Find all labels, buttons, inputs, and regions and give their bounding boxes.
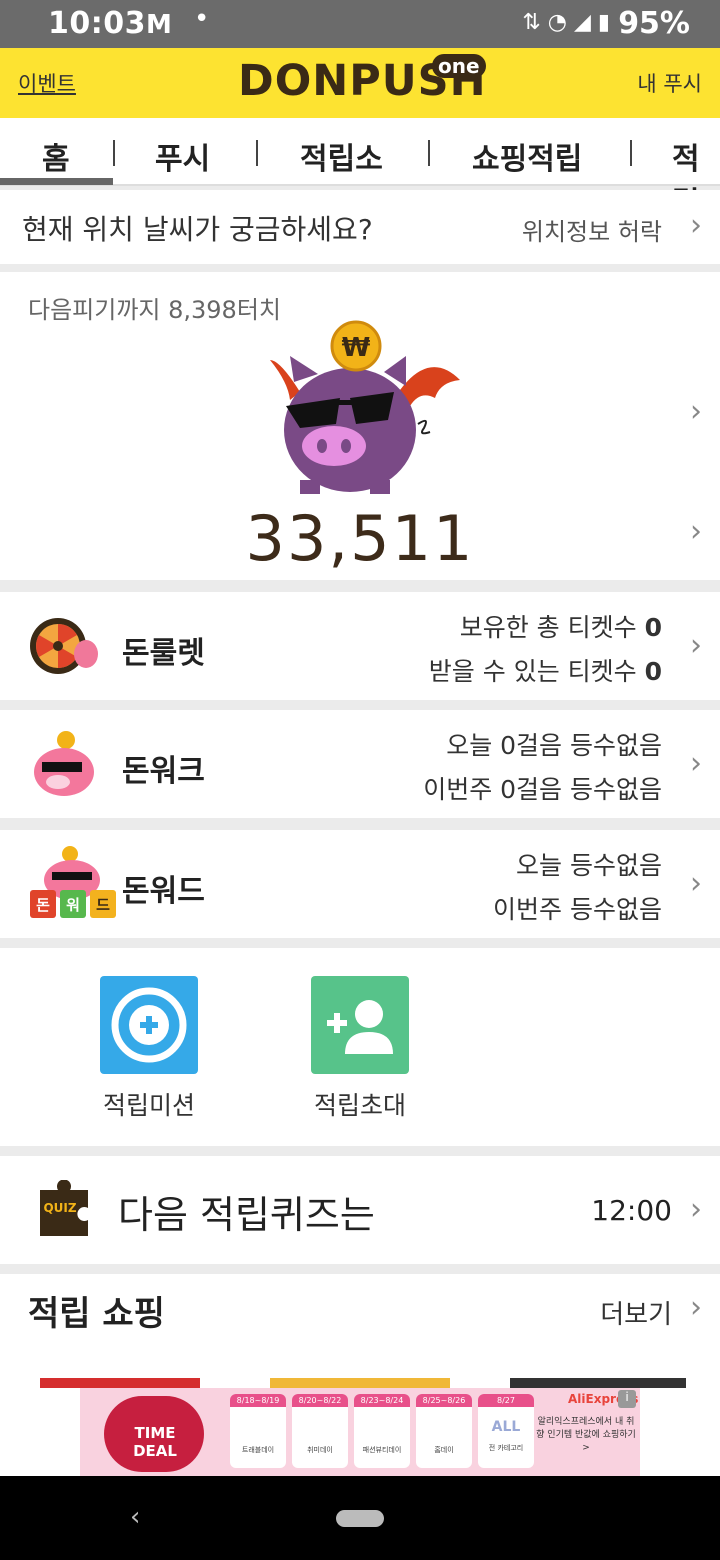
- deal-day-cards: 8/18~8/19 트래블데이 8/20~8/22 취미데이 8/23~8/24…: [230, 1394, 534, 1468]
- roulette-wheel-icon: [30, 618, 98, 674]
- next-piggy-text: 다음피기까지 8,398터치: [28, 296, 281, 324]
- svg-text:돈: 돈: [36, 896, 50, 914]
- walk-week: 이번주 0걸음 등수없음: [423, 775, 662, 804]
- active-tab-indicator: [0, 178, 113, 185]
- roulette-ticket-available: 받을 수 있는 티켓수 0: [428, 657, 662, 686]
- chevron-right-icon: ›: [690, 1290, 702, 1325]
- weather-question: 현재 위치 날씨가 궁금하세요?: [22, 213, 373, 246]
- status-bar: 10:03 M • ⇅ ◔ ◢ ▮ 95%: [0, 0, 720, 48]
- ad-banner[interactable]: TIME DEAL 8/18~8/19 트래블데이 8/20~8/22 취미데이…: [80, 1388, 640, 1476]
- tab-divider: [256, 140, 258, 166]
- earn-quiz-row[interactable]: QUIZ 다음 적립퀴즈는 12:00 ›: [0, 1156, 720, 1264]
- logo-badge: one: [432, 54, 486, 78]
- earn-invite-label: 적립초대: [313, 1091, 406, 1120]
- allow-location-link[interactable]: 위치정보 허락: [522, 212, 662, 247]
- deal-day-card[interactable]: 8/23~8/24 패션뷰티데이: [354, 1394, 410, 1468]
- earn-mission-button[interactable]: [100, 976, 198, 1074]
- partner-logo-auction[interactable]: [40, 1378, 200, 1388]
- word-week: 이번주 등수없음: [493, 895, 662, 924]
- tab-divider: [630, 140, 632, 166]
- svg-text:워: 워: [66, 896, 80, 914]
- ad-text: 알리익스프레스에서 내 취향 인기템 반값에 쇼핑하기 >: [536, 1417, 636, 1453]
- walk-today: 오늘 0걸음 등수없음: [446, 731, 662, 760]
- tab-shopping-earn[interactable]: 쇼핑적립: [472, 134, 582, 178]
- chevron-right-icon: ›: [690, 866, 702, 901]
- piggy-count: 33,511: [245, 502, 475, 575]
- chevron-right-icon: ›: [690, 394, 702, 429]
- tab-home[interactable]: 홈: [42, 134, 70, 178]
- roulette-ticket-total: 보유한 총 티켓수 0: [459, 613, 662, 642]
- location-weather-row[interactable]: 현재 위치 날씨가 궁금하세요? 위치정보 허락 ›: [0, 190, 720, 264]
- target-plus-icon: [111, 987, 187, 1063]
- tab-push[interactable]: 푸시: [155, 134, 210, 178]
- partner-logo-gsshop[interactable]: [510, 1378, 686, 1388]
- chevron-right-icon: ›: [690, 746, 702, 781]
- partner-logo-gmarket[interactable]: [270, 1378, 450, 1388]
- piggy-card[interactable]: 다음피기까지 8,398터치 ₩ › 33,511 ›: [0, 272, 720, 580]
- home-pill-icon[interactable]: [336, 1510, 384, 1527]
- gmail-icon: M: [146, 10, 172, 40]
- deal-day-card[interactable]: 8/27 ALL 전 카테고리: [478, 1394, 534, 1468]
- chevron-right-icon: ›: [690, 628, 702, 663]
- roulette-name: 돈룰렛: [122, 636, 205, 671]
- word-pig-icon: 돈 워 드: [30, 846, 116, 918]
- time-deal-label: TIME DEAL: [133, 1424, 177, 1460]
- app-header: 이벤트 DONPUSH one 내 푸시: [0, 48, 720, 118]
- earn-mission-label: 적립미션: [102, 1091, 195, 1120]
- chevron-right-icon: ›: [690, 1192, 702, 1227]
- svg-text:₩: ₩: [342, 333, 371, 363]
- signal-icons: ⇅ ◔ ◢ ▮: [522, 10, 610, 35]
- walking-pig-icon: [34, 731, 94, 796]
- word-today: 오늘 등수없음: [516, 851, 662, 880]
- deal-day-card[interactable]: 8/20~8/22 취미데이: [292, 1394, 348, 1468]
- system-nav-bar: ‹: [0, 1476, 720, 1560]
- tab-divider: [113, 140, 115, 166]
- walk-row[interactable]: 돈워크 오늘 0걸음 등수없음 이번주 0걸음 등수없음 ›: [0, 710, 720, 818]
- tab-bar: 홈 푸시 적립소 쇼핑적립 적립: [0, 118, 720, 221]
- shopping-title: 적립 쇼핑: [28, 1294, 165, 1334]
- my-push-link[interactable]: 내 푸시: [637, 68, 702, 98]
- earn-actions: 적립미션 적립초대: [0, 948, 720, 1146]
- chevron-right-icon: ›: [690, 208, 702, 243]
- word-name: 돈워드: [122, 874, 205, 909]
- battery-percent: 95%: [618, 6, 690, 41]
- status-time: 10:03: [48, 6, 146, 41]
- tab-earn[interactable]: 적립소: [300, 134, 383, 178]
- ad-info-icon[interactable]: i: [618, 1390, 636, 1408]
- svg-text:드: 드: [96, 896, 110, 914]
- tab-divider: [428, 140, 430, 166]
- back-icon[interactable]: ‹: [130, 1502, 140, 1532]
- walk-name: 돈워크: [122, 754, 205, 789]
- event-link[interactable]: 이벤트: [18, 68, 76, 98]
- deal-day-card[interactable]: 8/18~8/19 트래블데이: [230, 1394, 286, 1468]
- earn-shopping-section: 적립 쇼핑 더보기 › TIME DEAL 8/18~8/19 트래블데이 8/…: [0, 1274, 720, 1476]
- chevron-right-icon: ›: [690, 514, 702, 549]
- deal-day-card[interactable]: 8/25~8/26 홈데이: [416, 1394, 472, 1468]
- earn-invite-button[interactable]: [311, 976, 409, 1074]
- word-row[interactable]: 돈 워 드 돈워드 오늘 등수없음 이번주 등수없음 ›: [0, 830, 720, 938]
- quiz-puzzle-icon: QUIZ: [40, 1180, 88, 1236]
- piggy-character-icon[interactable]: ₩: [260, 320, 470, 500]
- more-link[interactable]: 더보기: [600, 1294, 672, 1331]
- quiz-title: 다음 적립퀴즈는: [118, 1193, 375, 1237]
- svg-text:QUIZ: QUIZ: [43, 1201, 76, 1215]
- roulette-row[interactable]: 돈룰렛 보유한 총 티켓수 0 받을 수 있는 티켓수 0 ›: [0, 592, 720, 700]
- quiz-time: 12:00: [591, 1194, 672, 1227]
- add-person-icon: [327, 1000, 393, 1054]
- notification-dot-icon: •: [194, 4, 210, 34]
